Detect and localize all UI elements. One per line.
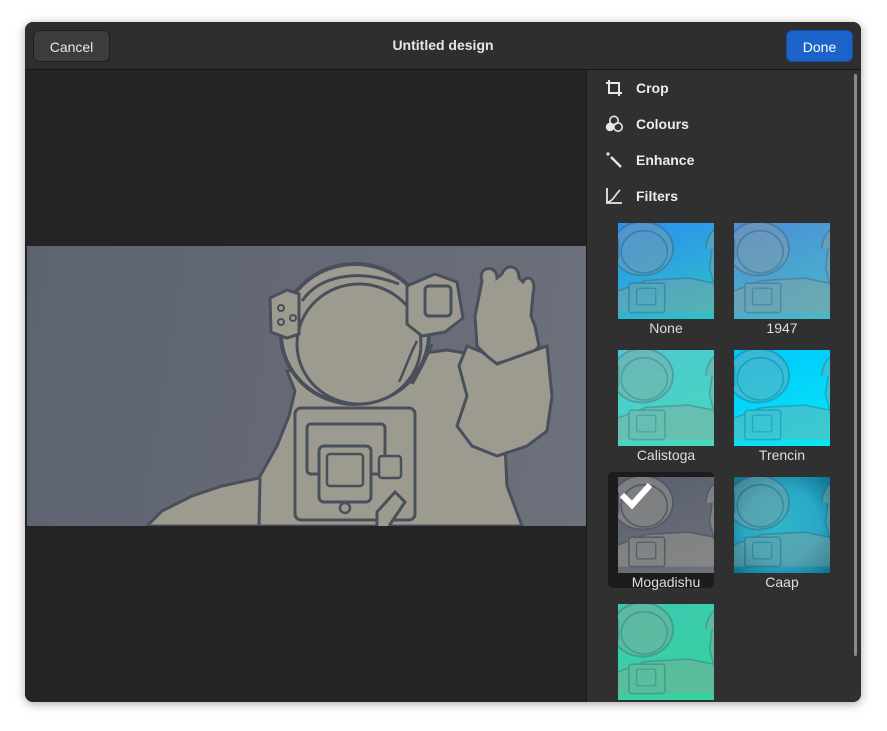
tool-crop-label: Crop [636, 80, 669, 96]
crop-icon [606, 80, 622, 96]
filter-thumbnail [618, 350, 714, 446]
tool-colours[interactable]: Colours [587, 106, 855, 142]
filter-label: Trencin [758, 447, 806, 463]
colours-icon [605, 115, 623, 132]
edit-sidebar: Crop Colours Enhance Filters None 1947 C… [587, 70, 861, 702]
filter-thumbnail [618, 604, 714, 700]
tool-crop[interactable]: Crop [587, 70, 855, 106]
filter-tile-none[interactable]: None [608, 218, 714, 336]
filter-tile-trencin[interactable]: Trencin [724, 345, 830, 463]
filter-tile-partial[interactable] [608, 599, 714, 702]
filter-thumbnail [734, 350, 830, 446]
magic-wand-icon [606, 152, 622, 168]
filter-label: Mogadishu [631, 574, 701, 590]
checkmark-icon [619, 482, 653, 510]
filter-tile-1947[interactable]: 1947 [724, 218, 830, 336]
tool-colours-label: Colours [636, 116, 689, 132]
filter-thumbnail [734, 223, 830, 319]
tool-enhance-label: Enhance [636, 152, 695, 168]
filter-label: None [649, 320, 683, 336]
astronaut-image [144, 262, 554, 526]
filter-tile-mogadishu[interactable]: Mogadishu [608, 472, 714, 590]
done-button[interactable]: Done [786, 30, 853, 62]
cancel-button[interactable]: Cancel [33, 30, 110, 62]
filter-tile-calistoga[interactable]: Calistoga [608, 345, 714, 463]
tool-filters[interactable]: Filters [587, 178, 855, 214]
filter-label: Caap [765, 574, 799, 590]
filter-label: Calistoga [636, 447, 696, 463]
filter-tile-caap[interactable]: Caap [724, 472, 830, 590]
sidebar-scrollbar[interactable] [854, 74, 857, 656]
image-canvas[interactable] [25, 70, 586, 702]
tool-enhance[interactable]: Enhance [587, 142, 855, 178]
photo-editor-window: Cancel Untitled design Done Crop Colours… [25, 22, 861, 702]
filter-label: 1947 [766, 320, 798, 336]
filter-thumbnail [618, 223, 714, 319]
header-bar: Cancel Untitled design Done [25, 22, 861, 70]
window-title: Untitled design [392, 37, 494, 53]
image-preview [27, 246, 586, 526]
filter-thumbnail [618, 477, 714, 573]
filter-curve-icon [606, 188, 622, 204]
tool-filters-label: Filters [636, 188, 679, 204]
filter-thumbnail [734, 477, 830, 573]
